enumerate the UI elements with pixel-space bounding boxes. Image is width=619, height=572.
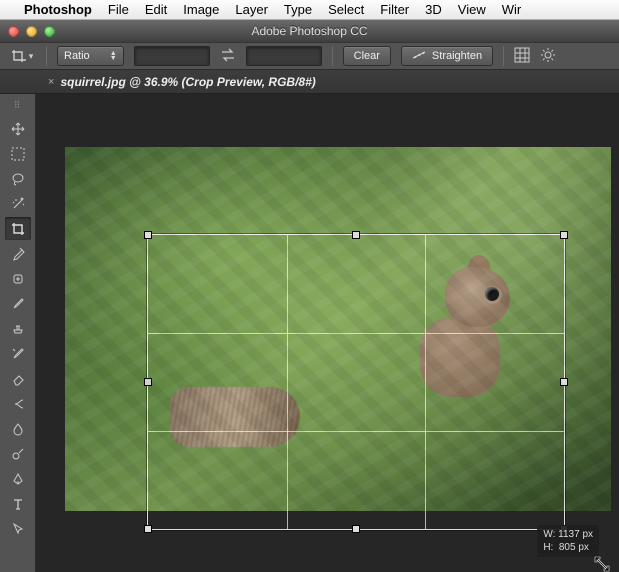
crop-settings-gear-icon[interactable]: [540, 47, 556, 66]
crop-ratio-dropdown[interactable]: Ratio ▲▼: [57, 46, 124, 66]
options-bar: ▾ Ratio ▲▼ Clear Straighten: [0, 42, 619, 70]
dodge-tool[interactable]: [5, 442, 31, 465]
crop-grid-line: [148, 333, 564, 334]
lasso-tool[interactable]: [5, 167, 31, 190]
brush-tool[interactable]: [5, 292, 31, 315]
type-tool[interactable]: [5, 492, 31, 515]
work-area: ⠿: [0, 94, 619, 572]
move-tool[interactable]: [5, 117, 31, 140]
menu-file[interactable]: File: [108, 2, 129, 17]
dropdown-arrows-icon: ▲▼: [110, 51, 117, 61]
canvas-area[interactable]: W: 1137 px H: 805 px: [36, 94, 619, 572]
straighten-button[interactable]: Straighten: [401, 46, 493, 66]
crop-handle-top-right[interactable]: [560, 231, 568, 239]
minimize-window-button[interactable]: [26, 26, 37, 37]
menu-3d[interactable]: 3D: [425, 2, 442, 17]
os-menubar: Photoshop File Edit Image Layer Type Sel…: [0, 0, 619, 20]
toolbox: ⠿: [0, 94, 36, 572]
crop-dimensions-tooltip: W: 1137 px H: 805 px: [537, 525, 599, 557]
squirrel: [390, 227, 530, 377]
window-title: Adobe Photoshop CC: [251, 24, 367, 38]
crop-bounding-box[interactable]: W: 1137 px H: 805 px: [147, 234, 565, 530]
clear-button[interactable]: Clear: [343, 46, 391, 66]
menu-window-cut[interactable]: Wir: [502, 2, 522, 17]
crop-handle-bottom[interactable]: [352, 525, 360, 533]
toolbox-grip-icon[interactable]: ⠿: [14, 100, 22, 111]
history-brush-tool[interactable]: [5, 342, 31, 365]
crop-handle-top[interactable]: [352, 231, 360, 239]
app-name[interactable]: Photoshop: [24, 2, 92, 17]
crop-height-input[interactable]: [246, 46, 322, 66]
crop-ratio-label: Ratio: [64, 50, 90, 62]
path-selection-tool[interactable]: [5, 517, 31, 540]
document-image[interactable]: W: 1137 px H: 805 px: [65, 147, 611, 511]
crop-handle-left[interactable]: [144, 378, 152, 386]
crop-grid-line: [287, 235, 288, 529]
gradient-tool[interactable]: [5, 392, 31, 415]
swap-dimensions-icon[interactable]: [220, 48, 236, 65]
menu-layer[interactable]: Layer: [235, 2, 268, 17]
crop-handle-top-left[interactable]: [144, 231, 152, 239]
marquee-tool[interactable]: [5, 142, 31, 165]
pen-tool[interactable]: [5, 467, 31, 490]
menu-select[interactable]: Select: [328, 2, 364, 17]
crop-handle-bottom-left[interactable]: [144, 525, 152, 533]
crop-tool-preset-icon[interactable]: ▾: [8, 46, 36, 66]
crop-overlay-options-icon[interactable]: [514, 47, 530, 66]
magic-wand-tool[interactable]: [5, 192, 31, 215]
menu-filter[interactable]: Filter: [380, 2, 409, 17]
healing-brush-tool[interactable]: [5, 267, 31, 290]
resize-cursor-icon: [593, 555, 611, 572]
menu-type[interactable]: Type: [284, 2, 312, 17]
window-title-bar: Adobe Photoshop CC: [0, 20, 619, 42]
menu-view[interactable]: View: [458, 2, 486, 17]
crop-handle-right[interactable]: [560, 378, 568, 386]
menu-image[interactable]: Image: [183, 2, 219, 17]
crop-grid-line: [148, 431, 564, 432]
close-tab-icon[interactable]: ×: [48, 76, 54, 88]
document-tab-bar: × squirrel.jpg @ 36.9% (Crop Preview, RG…: [0, 70, 619, 94]
crop-width-input[interactable]: [134, 46, 210, 66]
eyedropper-tool[interactable]: [5, 242, 31, 265]
straighten-icon: [412, 50, 426, 63]
zoom-window-button[interactable]: [44, 26, 55, 37]
close-window-button[interactable]: [8, 26, 19, 37]
crop-tool[interactable]: [5, 217, 31, 240]
blur-tool[interactable]: [5, 417, 31, 440]
menu-edit[interactable]: Edit: [145, 2, 167, 17]
crop-grid-line: [425, 235, 426, 529]
squirrel-tail: [170, 387, 300, 447]
traffic-lights: [8, 26, 55, 37]
eraser-tool[interactable]: [5, 367, 31, 390]
clone-stamp-tool[interactable]: [5, 317, 31, 340]
document-tab[interactable]: squirrel.jpg @ 36.9% (Crop Preview, RGB/…: [60, 75, 315, 89]
